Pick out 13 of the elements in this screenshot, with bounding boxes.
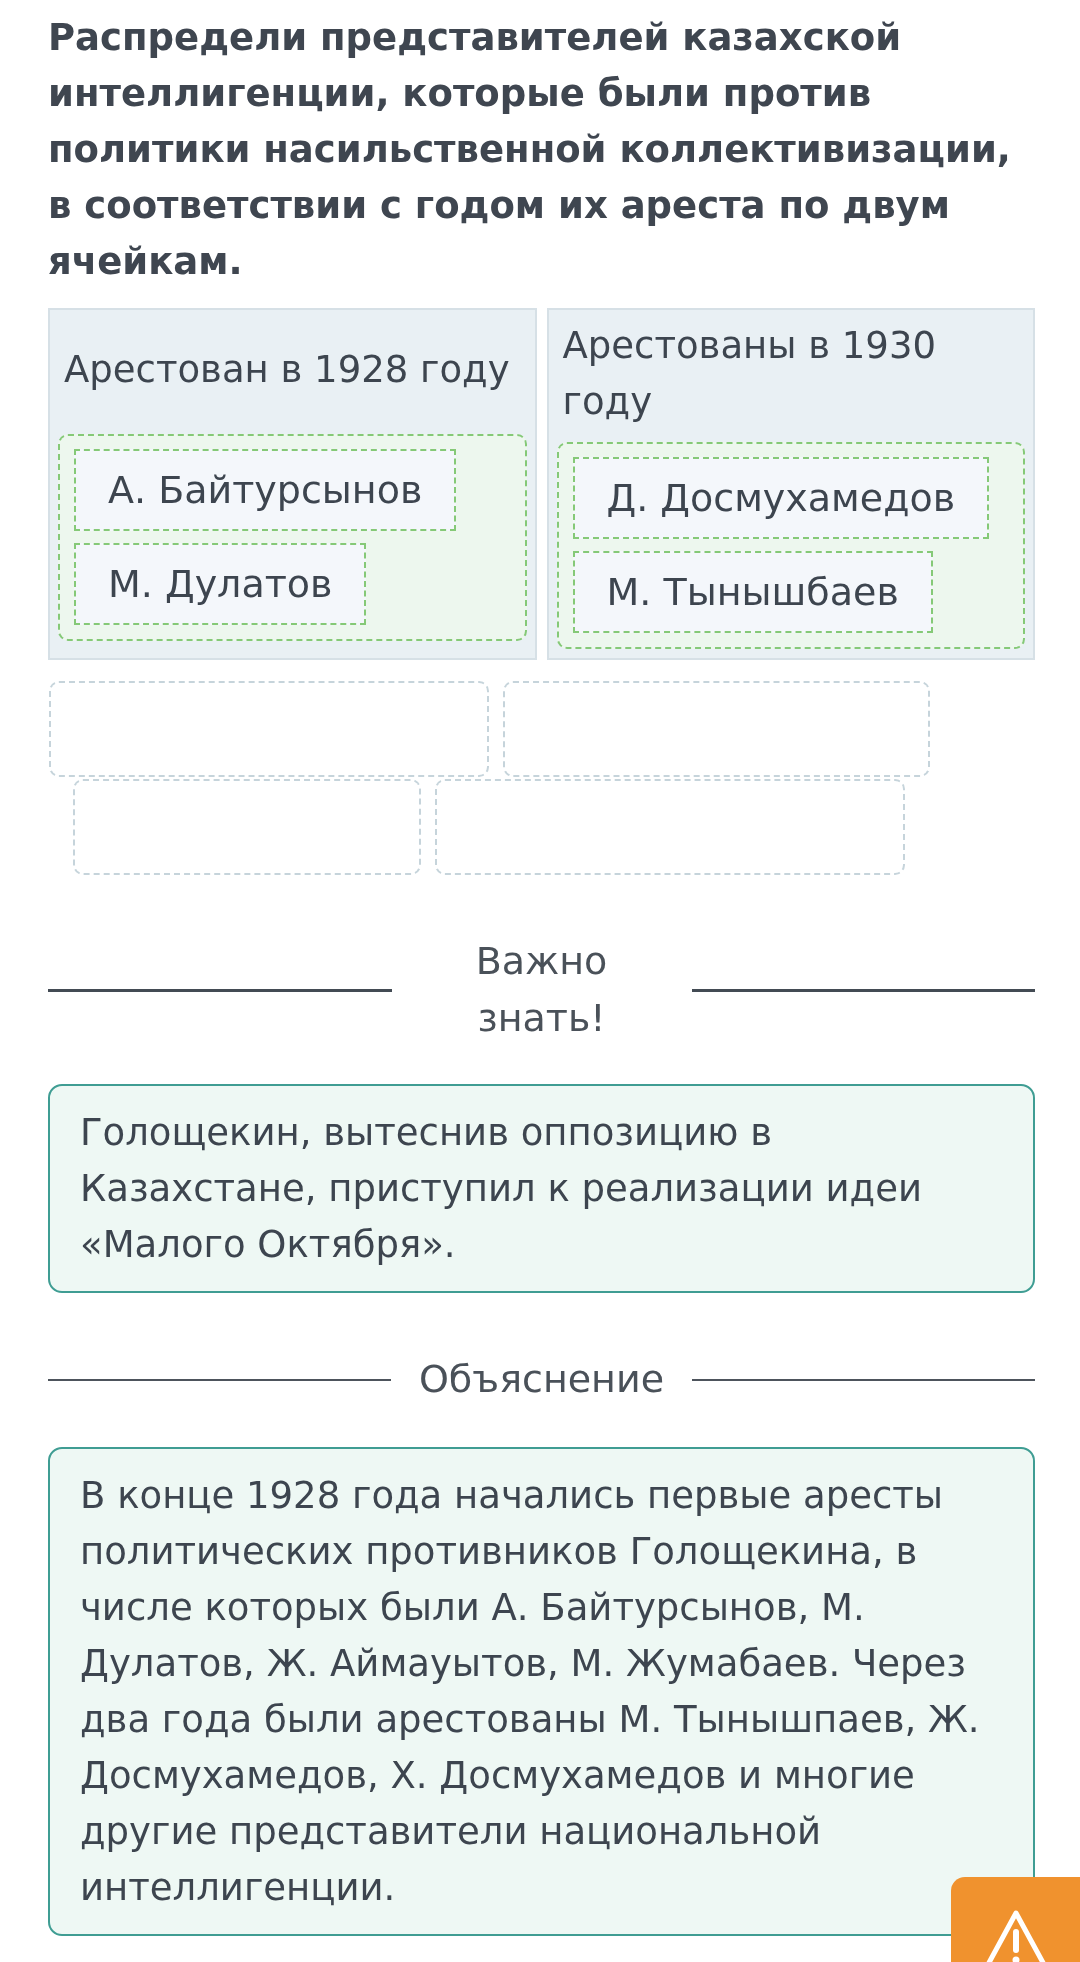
report-button[interactable] xyxy=(951,1877,1080,1962)
task-prompt: Распредели представителей казахской интеллигенции, которые были против политики насильственной коллективизации, в соответствии с годом их ареста по двум ячейкам. xyxy=(48,15,1012,285)
answer-card[interactable]: М. Тынышбаев xyxy=(572,551,933,633)
explanation-text: В конце 1928 года начались первые аресты политических противников Голощекина, в числе которых были А. Байтурсынов, М. Дулатов, Ж. Аймауытов, М. Жумабаев. Через два года были арестованы М. Тынышпаев, Ж. Досмухамедов, Х. Досмухамедов и многие другие представители национальной интеллигенции. xyxy=(80,1473,981,1911)
category-heading: Арестованы в 1930 году xyxy=(561,323,937,425)
info-text: Голощекин, вытеснив оппозицию в Казахстане, приступил к реализации идеи «Малого Октября». xyxy=(80,1110,923,1268)
answer-card[interactable]: А. Байтурсынов xyxy=(74,449,457,531)
section-heading: Важно знать! xyxy=(474,938,609,1042)
section-heading: Объяснение xyxy=(418,1356,665,1403)
answer-card[interactable]: М. Дулатов xyxy=(74,543,367,625)
warning-icon xyxy=(984,1908,1047,1962)
category-heading: Арестован в 1928 году xyxy=(63,347,511,393)
answer-card[interactable]: Д. Досмухамедов xyxy=(572,457,990,539)
